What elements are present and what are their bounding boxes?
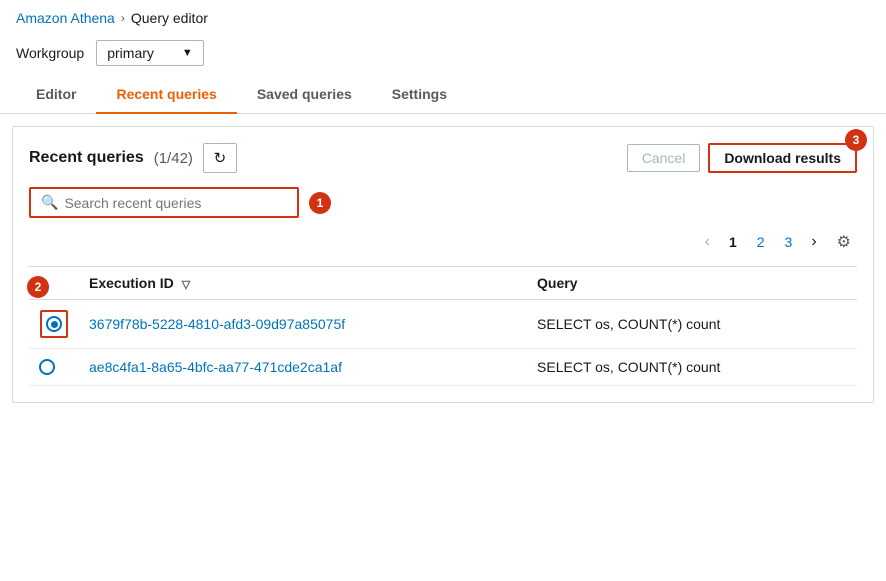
chevron-down-icon: ▼ [182, 47, 193, 59]
row-2-select-cell[interactable] [29, 349, 79, 386]
pagination-row: ‹ 1 2 3 › ⚙ [29, 230, 857, 254]
annotation-badge-3: 3 [845, 129, 867, 151]
breadcrumb-parent-link[interactable]: Amazon Athena [16, 10, 115, 26]
download-results-button[interactable]: Download results [708, 143, 857, 173]
workgroup-label: Workgroup [16, 45, 84, 61]
pagination-prev-button[interactable]: ‹ [699, 231, 716, 253]
col-query: Query [527, 267, 857, 300]
pagination-next-button[interactable]: › [805, 231, 822, 253]
workgroup-value: primary [107, 45, 154, 61]
row-1-query: SELECT os, COUNT(*) count [527, 300, 857, 349]
pagination-page-3[interactable]: 3 [778, 232, 800, 252]
cancel-button[interactable]: Cancel [627, 144, 701, 172]
tab-settings[interactable]: Settings [372, 76, 467, 114]
annotation-badge-1: 1 [309, 192, 331, 214]
breadcrumb: Amazon Athena › Query editor [0, 0, 886, 32]
workgroup-row: Workgroup primary ▼ [0, 32, 886, 76]
table-header-row: 2 Execution ID ▽ Query [29, 267, 857, 300]
panel-header: Recent queries (1/42) ↻ Cancel 3 Downloa… [29, 143, 857, 173]
annotation-badge-2: 2 [27, 276, 49, 298]
tabs-bar: Editor Recent queries Saved queries Sett… [0, 76, 886, 114]
pagination-page-2[interactable]: 2 [750, 232, 772, 252]
col-select: 2 [29, 267, 79, 300]
search-input[interactable] [64, 195, 287, 211]
col-execution-id[interactable]: Execution ID ▽ [79, 267, 527, 300]
table-settings-icon[interactable]: ⚙ [833, 230, 855, 254]
execution-id-link-2[interactable]: ae8c4fa1-8a65-4bfc-aa77-471cde2ca1af [89, 359, 342, 375]
row-2-execution-id[interactable]: ae8c4fa1-8a65-4bfc-aa77-471cde2ca1af [79, 349, 527, 386]
panel-actions: Cancel 3 Download results [627, 143, 857, 173]
results-table: 2 Execution ID ▽ Query [29, 266, 857, 386]
tab-recent-queries[interactable]: Recent queries [96, 76, 236, 114]
download-btn-wrapper: 3 Download results [708, 143, 857, 173]
row-1-execution-id[interactable]: 3679f78b-5228-4810-afd3-09d97a85075f [79, 300, 527, 349]
radio-inner-dot [51, 321, 58, 328]
refresh-button[interactable]: ↻ [203, 143, 237, 173]
search-icon: 🔍 [41, 194, 58, 211]
breadcrumb-separator: › [121, 11, 125, 25]
workgroup-select[interactable]: primary ▼ [96, 40, 204, 66]
breadcrumb-current: Query editor [131, 10, 208, 26]
sort-arrow-icon: ▽ [182, 279, 190, 291]
pagination-page-1[interactable]: 1 [722, 232, 744, 252]
search-row: 🔍 1 [29, 187, 857, 218]
search-box: 🔍 [29, 187, 299, 218]
execution-id-link-1[interactable]: 3679f78b-5228-4810-afd3-09d97a85075f [89, 316, 345, 332]
panel-title: Recent queries [29, 149, 144, 167]
panel-count: (1/42) [154, 150, 193, 167]
tab-editor[interactable]: Editor [16, 76, 96, 114]
table-row: 3679f78b-5228-4810-afd3-09d97a85075f SEL… [29, 300, 857, 349]
refresh-icon: ↻ [214, 149, 227, 167]
radio-button-2[interactable] [39, 359, 55, 375]
table-row: ae8c4fa1-8a65-4bfc-aa77-471cde2ca1af SEL… [29, 349, 857, 386]
row-1-select-cell[interactable] [29, 300, 79, 349]
radio-button-1[interactable] [46, 316, 62, 332]
tab-saved-queries[interactable]: Saved queries [237, 76, 372, 114]
row-1-radio-wrapper [40, 310, 68, 338]
row-2-query: SELECT os, COUNT(*) count [527, 349, 857, 386]
main-panel: Recent queries (1/42) ↻ Cancel 3 Downloa… [12, 126, 874, 403]
